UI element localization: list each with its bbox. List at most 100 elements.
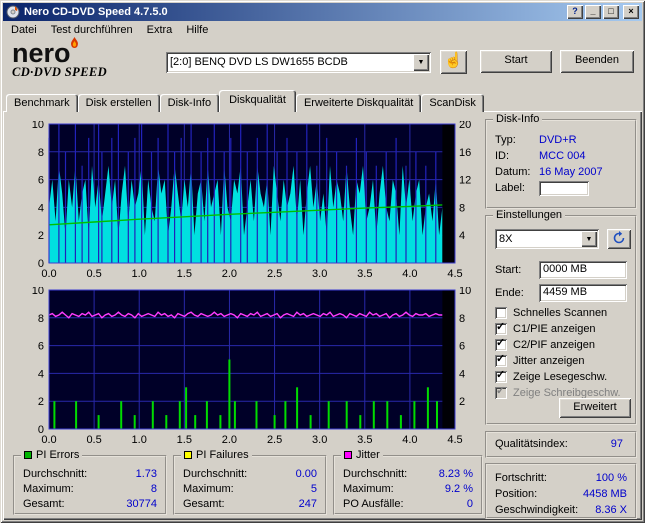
svg-text:2: 2	[459, 396, 465, 408]
checkbox-zeige-lesegeschw[interactable]: ✓ Zeige Lesegeschw.	[487, 369, 635, 385]
svg-text:4: 4	[459, 230, 465, 242]
menu-test-durchfuehren[interactable]: Test durchführen	[44, 22, 140, 38]
pif-max: 5	[311, 482, 317, 497]
jitter-title: Jitter	[356, 449, 380, 461]
tab-disk-erstellen[interactable]: Disk erstellen	[78, 94, 160, 112]
jitter-group: Jitter Durchschnitt:8.23 % Maximum:9.2 %…	[333, 455, 483, 515]
settings-checkbox-list: ✓ Schnelles Scannen ✓ C1/PIE anzeigen ✓ …	[487, 305, 635, 401]
tab-diskqualitaet[interactable]: Diskqualität	[219, 90, 296, 112]
tab-scandisk[interactable]: ScanDisk	[421, 94, 483, 112]
pif-avg: 0.00	[296, 467, 317, 482]
svg-text:4.0: 4.0	[402, 434, 417, 446]
svg-text:2.5: 2.5	[267, 268, 282, 280]
tab-benchmark[interactable]: Benchmark	[6, 94, 78, 112]
position-row: Position: 4458 MB	[487, 486, 635, 502]
minimize-button[interactable]: _	[585, 5, 601, 19]
svg-text:6: 6	[38, 341, 44, 353]
disk-date-value: 16 May 2007	[539, 164, 627, 180]
end-mb-field[interactable]: 4459 MB	[539, 284, 627, 302]
nero-logo: nero CD·DVD SPEED	[12, 40, 162, 80]
eject-hand-button[interactable]: ☝	[440, 50, 467, 74]
svg-text:8: 8	[459, 313, 465, 325]
svg-text:4.0: 4.0	[402, 268, 417, 280]
checkbox-jitter-anzeigen[interactable]: ✓ Jitter anzeigen	[487, 353, 635, 369]
speed-select[interactable]: 8X ▼	[495, 229, 599, 249]
svg-text:10: 10	[459, 287, 471, 297]
start-mb-field[interactable]: 0000 MB	[539, 261, 627, 279]
refresh-button[interactable]	[607, 229, 631, 249]
maximize-button[interactable]: □	[603, 5, 619, 19]
erweitert-button[interactable]: Erweitert	[559, 398, 631, 418]
dropdown-arrow-icon: ▼	[418, 59, 425, 66]
progress-group: Fortschritt: 100 % Position: 4458 MB Ges…	[485, 463, 637, 519]
menu-extra[interactable]: Extra	[140, 22, 180, 38]
svg-text:6: 6	[38, 175, 44, 187]
disk-id-value: MCC 004	[539, 148, 627, 164]
jitter-avg: 8.23 %	[439, 467, 473, 482]
checkbox-box: ✓	[495, 323, 507, 335]
quality-index-label: Qualitätsindex:	[495, 433, 568, 456]
menu-hilfe[interactable]: Hilfe	[179, 22, 215, 38]
svg-text:8: 8	[38, 147, 44, 159]
checkbox-box: ✓	[495, 307, 507, 319]
pi-errors-group: PI Errors Durchschnitt:1.73 Maximum:8 Ge…	[13, 455, 167, 515]
nero-logo-subtitle: CD·DVD SPEED	[12, 65, 162, 80]
pi-errors-legend-square	[24, 451, 32, 459]
svg-text:1.5: 1.5	[177, 434, 192, 446]
hand-icon: ☝	[444, 52, 463, 69]
svg-text:3.0: 3.0	[312, 434, 327, 446]
svg-text:20: 20	[459, 121, 471, 131]
disk-label-field	[539, 181, 589, 196]
pi-errors-title: PI Errors	[36, 449, 79, 461]
check-icon: ✓	[496, 384, 505, 397]
svg-text:3.5: 3.5	[357, 268, 372, 280]
check-icon: ✓	[496, 336, 505, 349]
svg-text:4: 4	[459, 368, 465, 380]
pif-total: 247	[299, 497, 317, 512]
quality-index-value: 97	[611, 433, 623, 456]
tab-page-diskqualitaet: 0246810481216200.00.51.01.52.02.53.03.54…	[3, 111, 642, 520]
svg-text:1.0: 1.0	[132, 434, 147, 446]
svg-text:2: 2	[38, 230, 44, 242]
checkbox-schnelles-scannen[interactable]: ✓ Schnelles Scannen	[487, 305, 635, 321]
pie-total: 30774	[126, 497, 157, 512]
svg-text:4.5: 4.5	[447, 268, 462, 280]
disk-label-row: Label:	[487, 180, 635, 196]
checkbox-c1-pie-anzeigen[interactable]: ✓ C1/PIE anzeigen	[487, 321, 635, 337]
menu-datei[interactable]: Datei	[4, 22, 44, 38]
svg-text:1.0: 1.0	[132, 268, 147, 280]
tab-bar: Benchmark Disk erstellen Disk-Info Diskq…	[6, 90, 484, 112]
nero-logo-text: nero	[12, 40, 162, 66]
disk-type-value: DVD+R	[539, 132, 627, 148]
svg-text:4: 4	[38, 368, 44, 380]
svg-text:2.0: 2.0	[222, 434, 237, 446]
checkbox-box: ✓	[495, 355, 507, 367]
svg-text:4: 4	[38, 202, 44, 214]
settings-group: Einstellungen 8X ▼ Start: 0000 MB Ende: …	[485, 215, 637, 425]
close-button[interactable]: ×	[623, 5, 639, 19]
checkbox-c2-pif-anzeigen[interactable]: ✓ C2/PIF anzeigen	[487, 337, 635, 353]
svg-text:2: 2	[38, 396, 44, 408]
svg-text:0.0: 0.0	[41, 268, 56, 280]
svg-text:2.5: 2.5	[267, 434, 282, 446]
disk-type-row: Typ: DVD+R	[487, 132, 635, 148]
svg-text:3.0: 3.0	[312, 268, 327, 280]
disk-id-row: ID: MCC 004	[487, 148, 635, 164]
beenden-button[interactable]: Beenden	[560, 50, 634, 73]
start-button[interactable]: Start	[480, 50, 552, 73]
svg-text:1.5: 1.5	[177, 268, 192, 280]
help-button[interactable]: ?	[567, 5, 583, 19]
drive-select[interactable]: [2:0] BENQ DVD LS DW1655 BCDB ▼	[166, 52, 431, 73]
svg-text:4.5: 4.5	[447, 434, 462, 446]
svg-text:16: 16	[459, 147, 471, 159]
progress-row: Fortschritt: 100 %	[487, 470, 635, 486]
pi-failures-group: PI Failures Durchschnitt:0.00 Maximum:5 …	[173, 455, 327, 515]
pi-failures-title: PI Failures	[196, 449, 249, 461]
progress-value: 100 %	[596, 470, 627, 486]
tab-erweiterte-diskqualitaet[interactable]: Erweiterte Diskqualität	[296, 94, 421, 112]
pie-max: 8	[151, 482, 157, 497]
title-bar[interactable]: Nero CD-DVD Speed 4.7.5.0 ? _ □ ×	[3, 3, 642, 21]
pie-avg: 1.73	[136, 467, 157, 482]
svg-text:10: 10	[32, 121, 44, 131]
tab-disk-info[interactable]: Disk-Info	[160, 94, 219, 112]
